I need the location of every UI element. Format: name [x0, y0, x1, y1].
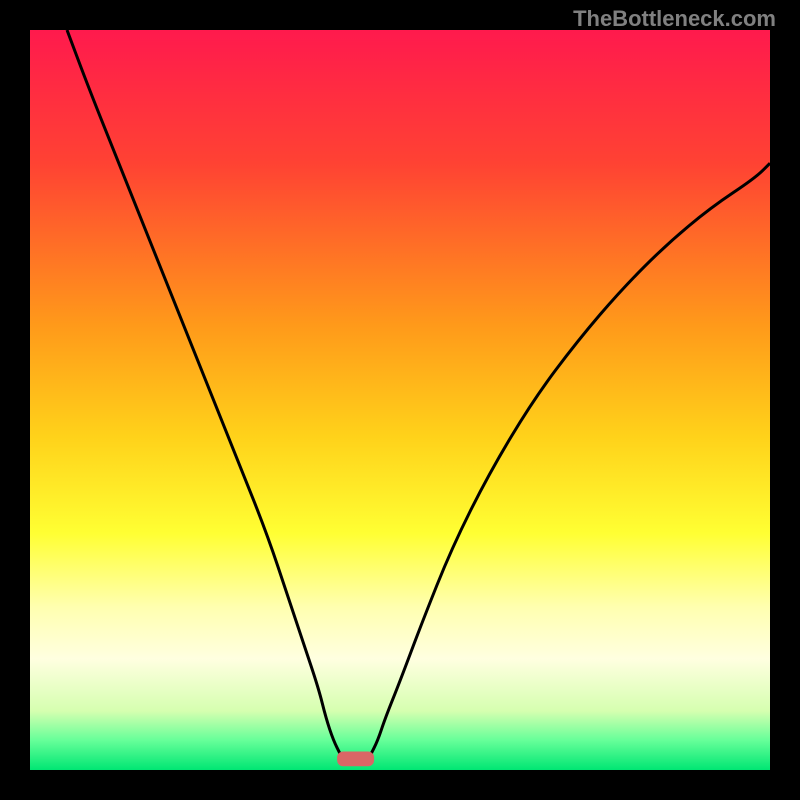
- gradient-background: [30, 30, 770, 770]
- plot-area: [30, 30, 770, 770]
- bottom-marker: [337, 752, 374, 767]
- watermark-text: TheBottleneck.com: [573, 6, 776, 32]
- chart-svg: [30, 30, 770, 770]
